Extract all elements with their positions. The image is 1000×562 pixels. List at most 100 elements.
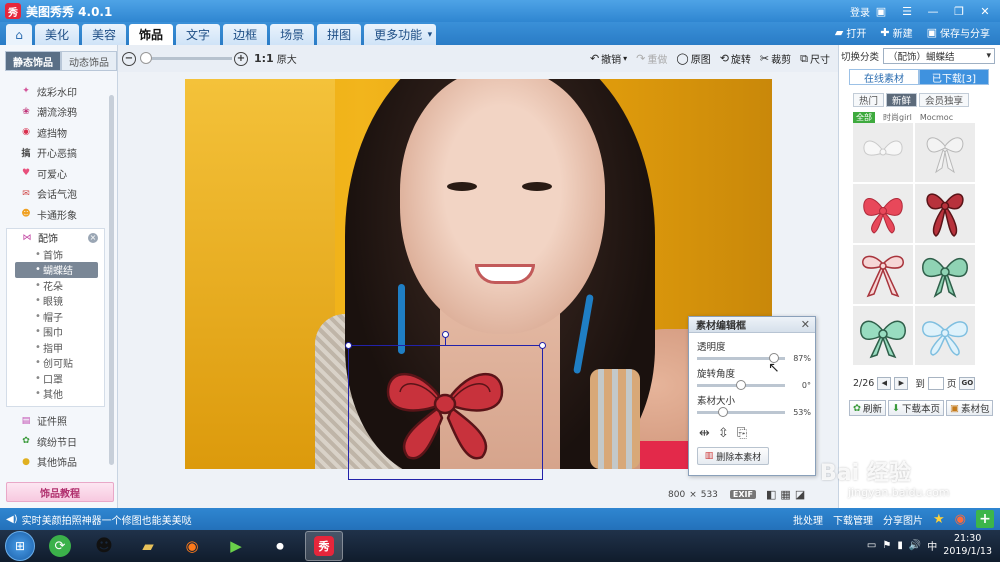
sidebar-group-head[interactable]: ⋈ 配饰 × [7, 229, 104, 247]
material-thumb[interactable] [915, 123, 975, 182]
home-icon[interactable]: ⌂ [6, 24, 32, 45]
rotate-slider-knob[interactable] [736, 380, 746, 390]
sidebar-sub-scarf[interactable]: 围巾 [15, 324, 98, 340]
tab-online-material[interactable]: 在线素材 [849, 69, 919, 85]
filter-hot[interactable]: 热门 [853, 93, 885, 107]
refresh-button[interactable]: ✿ 刷新 [849, 400, 886, 416]
batch-button[interactable]: 批处理 [793, 512, 823, 527]
sidebar-item-cartoon[interactable]: ☻ 卡通形象 [0, 204, 117, 225]
photo-compare-icon[interactable]: ▦ [780, 488, 790, 501]
rotate-slider[interactable] [697, 380, 785, 390]
bow-sticker[interactable] [380, 362, 510, 472]
sidebar-item-cover[interactable]: ◉ 遮挡物 [0, 122, 117, 143]
taskbar-app-player-icon[interactable]: ▶ [217, 531, 255, 561]
exif-button[interactable]: EXIF [729, 490, 756, 499]
rotate-handle[interactable] [442, 331, 449, 338]
open-button[interactable]: ▰ 打开 [835, 25, 866, 40]
zoom-original-label[interactable]: 原大 [277, 51, 297, 66]
tab-text[interactable]: 文字 [176, 24, 221, 45]
size-slider-knob[interactable] [718, 407, 729, 417]
category-select[interactable]: （配饰）蝴蝶结 [883, 48, 996, 64]
new-button[interactable]: ✚ 新建 [880, 25, 912, 40]
ime-icon[interactable]: 中 [927, 538, 937, 553]
material-thumb[interactable] [915, 245, 975, 304]
taskbar-app-explorer-icon[interactable]: ▰ [129, 531, 167, 561]
sidebar-item-other-accessories[interactable]: ● 其他饰品 [0, 452, 117, 473]
skin-icon[interactable]: ▣ [872, 3, 890, 19]
add-icon[interactable]: + [976, 510, 994, 528]
filter-vip[interactable]: 会员独享 [919, 93, 970, 107]
resize-handle-tl[interactable] [345, 342, 352, 349]
sidebar-sub-other[interactable]: 其他 [15, 386, 98, 402]
taskbar-app-qq-icon[interactable]: ☻ [85, 531, 123, 561]
flag-icon[interactable]: ⚑ [882, 540, 891, 551]
sidebar-sub-jewelry[interactable]: 首饰 [15, 247, 98, 263]
undo-button[interactable]: ↶ 撤销 ▾ [590, 51, 627, 66]
material-thumb[interactable] [915, 306, 975, 365]
zoom-slider[interactable] [140, 52, 232, 64]
volume-icon[interactable]: 🔊 [909, 540, 921, 551]
resize-handle-tr[interactable] [539, 342, 546, 349]
view-icon[interactable]: ◪ [795, 488, 805, 501]
compare-icon[interactable]: ◧ [766, 488, 776, 501]
network-icon[interactable]: ▭ [867, 540, 876, 551]
material-thumb[interactable] [853, 245, 913, 304]
signal-icon[interactable]: ▮ [897, 540, 903, 551]
flip-horizontal-icon[interactable]: ⇹ [699, 426, 710, 441]
next-page-icon[interactable]: ▶ [894, 376, 909, 390]
go-button[interactable]: GO [959, 376, 976, 390]
delete-material-button[interactable]: ▥ 删除本素材 [697, 447, 769, 465]
sidebar-sub-bandaid[interactable]: 创可贴 [15, 355, 98, 371]
tab-facial[interactable]: 美容 [82, 24, 127, 45]
flip-vertical-icon[interactable]: ⇳ [718, 426, 729, 441]
sidebar-sub-flower[interactable]: 花朵 [15, 278, 98, 294]
tab-more[interactable]: 更多功能 [364, 24, 437, 45]
star-icon[interactable]: ★ [933, 512, 945, 527]
subfilter-mocmoc[interactable]: Mocmoc [920, 113, 953, 122]
tab-beautify[interactable]: 美化 [35, 24, 80, 45]
tab-border[interactable]: 边框 [223, 24, 268, 45]
rotate-button[interactable]: ⟲ 旋转 [720, 51, 751, 66]
taskbar-app-record-icon[interactable]: ⏺ [261, 531, 299, 561]
zoom-out-icon[interactable]: − [122, 51, 136, 66]
taskbar-app-meitu-icon[interactable]: 秀 [305, 531, 343, 561]
subfilter-girl[interactable]: 时尚girl [883, 112, 912, 123]
zoom-in-icon[interactable]: + [234, 51, 248, 66]
zoom-ratio[interactable]: 1:1 [254, 52, 274, 65]
page-input[interactable] [927, 376, 944, 390]
sidebar-item-id-photo[interactable]: ▤ 证件照 [0, 411, 117, 432]
taskbar-app-firefox-icon[interactable]: ◉ [173, 531, 211, 561]
filter-new[interactable]: 新鲜 [886, 93, 918, 107]
tab-collage[interactable]: 拼图 [317, 24, 362, 45]
tab-downloaded[interactable]: 已下载[3] [919, 69, 989, 85]
copy-icon[interactable]: ⎘ [737, 426, 747, 441]
material-thumb[interactable] [853, 184, 913, 243]
minimize-icon[interactable]: — [924, 3, 942, 19]
close-icon[interactable]: ✕ [976, 3, 994, 19]
zoom-slider-knob[interactable] [140, 52, 152, 64]
material-thumb[interactable] [853, 306, 913, 365]
redo-button[interactable]: ↷ 重做 [636, 51, 667, 66]
material-pack-button[interactable]: ▣ 素材包 [945, 400, 994, 416]
download-manager-button[interactable]: 下载管理 [833, 512, 873, 527]
sidebar-sub-mask[interactable]: 口罩 [15, 371, 98, 387]
material-thumb[interactable] [853, 123, 913, 182]
original-button[interactable]: ◯ 原图 [676, 51, 710, 66]
share-image-button[interactable]: 分享图片 [883, 512, 923, 527]
subfilter-all[interactable]: 全部 [853, 112, 875, 123]
tab-dynamic-accessories[interactable]: 动态饰品 [61, 51, 117, 71]
login-link[interactable]: 登录 [850, 4, 870, 19]
promo-link[interactable]: ◀) 实时美颜拍照神器一个修图也能美美哒 [6, 512, 192, 527]
size-slider[interactable] [697, 407, 785, 417]
sidebar-item-funny[interactable]: 搞开心恶搞 [0, 143, 117, 164]
sidebar-scrollbar[interactable] [109, 95, 114, 465]
sidebar-sub-glasses[interactable]: 眼镜 [15, 293, 98, 309]
menu-icon[interactable]: ☰ [898, 3, 916, 19]
sidebar-item-graffiti[interactable]: ❀ 潮流涂鸦 [0, 102, 117, 123]
collapse-icon[interactable]: × [88, 232, 98, 243]
sidebar-item-bubble[interactable]: ✉ 会话气泡 [0, 184, 117, 205]
tab-static-accessories[interactable]: 静态饰品 [5, 51, 61, 71]
tab-accessories[interactable]: 饰品 [129, 24, 174, 45]
maximize-icon[interactable]: ❐ [950, 3, 968, 19]
start-button-icon[interactable]: ⊞ [5, 531, 35, 561]
